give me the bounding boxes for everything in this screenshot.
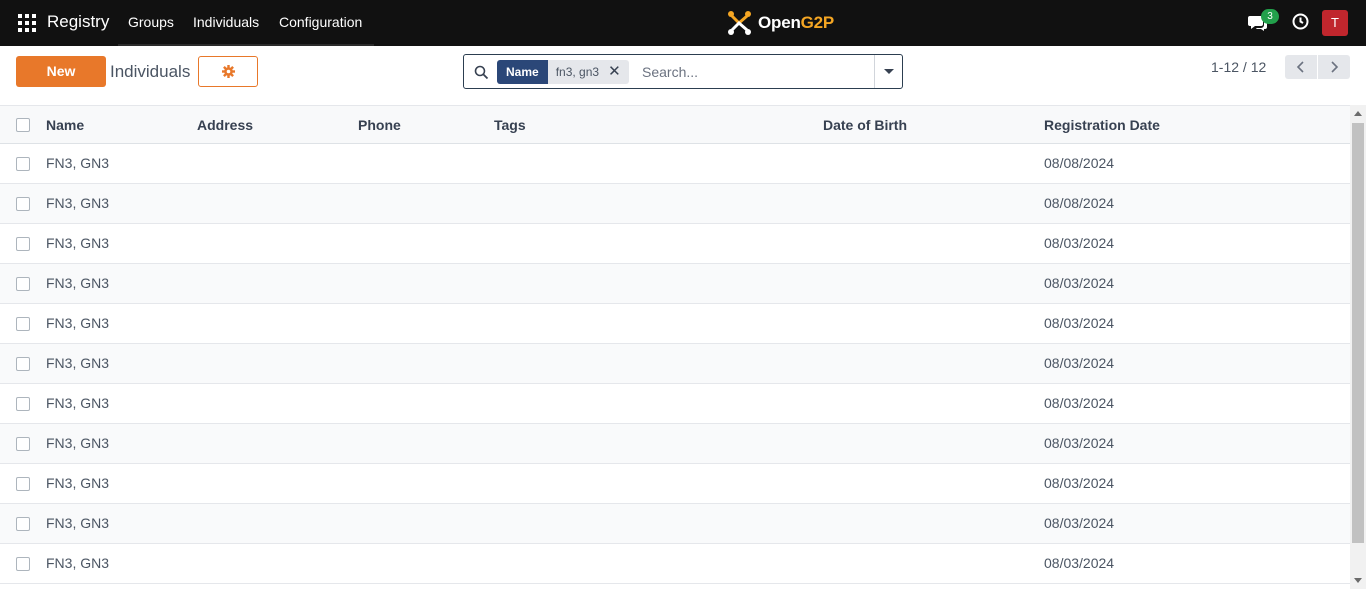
row-checkbox[interactable] (16, 317, 30, 331)
scroll-thumb[interactable] (1352, 123, 1364, 543)
menu-item-individuals[interactable]: Individuals (193, 14, 259, 30)
menu-item-configuration[interactable]: Configuration (279, 14, 362, 30)
cell-name: FN3, GN3 (46, 275, 110, 291)
cell-reg-date: 08/08/2024 (1044, 155, 1115, 171)
row-checkbox[interactable] (16, 437, 30, 451)
row-checkbox[interactable] (16, 197, 30, 211)
cell-name: FN3, GN3 (46, 155, 110, 171)
vertical-scrollbar[interactable] (1350, 105, 1366, 589)
search-options-toggle[interactable] (874, 55, 903, 88)
cell-name: FN3, GN3 (46, 515, 110, 531)
pager-next-button[interactable] (1318, 55, 1350, 79)
table-row[interactable]: FN3, GN3 08/03/2024 (0, 224, 1350, 264)
menu-underline (118, 44, 374, 46)
pager-value[interactable]: 1-12 / 12 (1211, 59, 1266, 75)
logo-text: OpenG2P (758, 13, 834, 33)
cell-reg-date: 08/03/2024 (1044, 555, 1115, 571)
caret-down-icon (884, 69, 894, 74)
cell-reg-date: 08/03/2024 (1044, 275, 1115, 291)
cell-reg-date: 08/03/2024 (1044, 355, 1115, 371)
cell-name: FN3, GN3 (46, 195, 110, 211)
table-row[interactable]: FN3, GN3 08/03/2024 (0, 464, 1350, 504)
pager-previous-button[interactable] (1285, 55, 1317, 79)
cell-reg-date: 08/03/2024 (1044, 235, 1115, 251)
cell-reg-date: 08/03/2024 (1044, 475, 1115, 491)
gear-icon (221, 65, 235, 78)
chat-count-badge: 3 (1261, 9, 1279, 24)
search-bar: Name fn3, gn3 ✕ (463, 54, 903, 89)
cell-reg-date: 08/03/2024 (1044, 435, 1115, 451)
select-all-checkbox[interactable] (16, 118, 30, 132)
cell-name: FN3, GN3 (46, 555, 110, 571)
facet-value-wrap: fn3, gn3 ✕ (547, 60, 629, 84)
table-row[interactable]: FN3, GN3 08/08/2024 (0, 144, 1350, 184)
row-checkbox[interactable] (16, 157, 30, 171)
cell-reg-date: 08/08/2024 (1044, 195, 1115, 211)
search-input[interactable] (642, 62, 870, 82)
row-checkbox[interactable] (16, 477, 30, 491)
row-checkbox[interactable] (16, 237, 30, 251)
facet-value: fn3, gn3 (555, 65, 600, 79)
cell-name: FN3, GN3 (46, 395, 110, 411)
cell-name: FN3, GN3 (46, 315, 110, 331)
table-header: Name Address Phone Tags Date of Birth Re… (0, 106, 1350, 144)
table-row[interactable]: FN3, GN3 08/03/2024 (0, 384, 1350, 424)
cell-reg-date: 08/03/2024 (1044, 515, 1115, 531)
clock-icon[interactable] (1292, 13, 1309, 30)
search-facet: Name fn3, gn3 ✕ (497, 60, 629, 84)
facet-label: Name (497, 60, 548, 84)
column-header-tags[interactable]: Tags (494, 117, 526, 133)
table-row[interactable]: FN3, GN3 08/03/2024 (0, 424, 1350, 464)
search-icon (474, 65, 489, 80)
menu-item-groups[interactable]: Groups (128, 14, 174, 30)
column-header-address[interactable]: Address (197, 117, 253, 133)
cell-reg-date: 08/03/2024 (1044, 395, 1115, 411)
apps-grid-icon[interactable] (18, 14, 36, 32)
openg2p-logo: OpenG2P (726, 10, 834, 36)
column-header-name[interactable]: Name (46, 117, 84, 133)
logo-text-main: Open (758, 13, 801, 32)
cell-name: FN3, GN3 (46, 235, 110, 251)
row-checkbox[interactable] (16, 517, 30, 531)
table-row[interactable]: FN3, GN3 08/03/2024 (0, 504, 1350, 544)
openg2p-logo-icon (728, 11, 751, 35)
row-checkbox[interactable] (16, 397, 30, 411)
cell-name: FN3, GN3 (46, 435, 110, 451)
chevron-right-icon (1331, 61, 1339, 73)
row-checkbox[interactable] (16, 277, 30, 291)
new-button[interactable]: New (16, 56, 106, 87)
column-header-registration-date[interactable]: Registration Date (1044, 117, 1160, 133)
row-checkbox[interactable] (16, 357, 30, 371)
chevron-left-icon (1296, 61, 1304, 73)
column-header-phone[interactable]: Phone (358, 117, 401, 133)
table-row[interactable]: FN3, GN3 08/08/2024 (0, 184, 1350, 224)
actions-gear-button[interactable] (198, 56, 258, 87)
app-name[interactable]: Registry (47, 12, 109, 32)
table-row[interactable]: FN3, GN3 08/03/2024 (0, 544, 1350, 584)
cell-reg-date: 08/03/2024 (1044, 315, 1115, 331)
list-table: Name Address Phone Tags Date of Birth Re… (0, 105, 1350, 589)
row-checkbox[interactable] (16, 557, 30, 571)
cell-name: FN3, GN3 (46, 355, 110, 371)
user-avatar[interactable]: T (1322, 10, 1348, 36)
page-title[interactable]: Individuals (110, 62, 190, 82)
column-header-date-of-birth[interactable]: Date of Birth (823, 117, 907, 133)
cell-name: FN3, GN3 (46, 475, 110, 491)
scroll-down-arrow-icon[interactable] (1354, 578, 1362, 583)
top-navbar: Registry Groups Individuals Configuratio… (0, 0, 1366, 46)
table-row[interactable]: FN3, GN3 08/03/2024 (0, 264, 1350, 304)
table-row[interactable]: FN3, GN3 08/03/2024 (0, 304, 1350, 344)
logo-text-accent: G2P (800, 13, 835, 32)
close-icon[interactable]: ✕ (608, 60, 621, 84)
table-row[interactable]: FN3, GN3 08/03/2024 (0, 344, 1350, 384)
scroll-up-arrow-icon[interactable] (1354, 111, 1362, 116)
